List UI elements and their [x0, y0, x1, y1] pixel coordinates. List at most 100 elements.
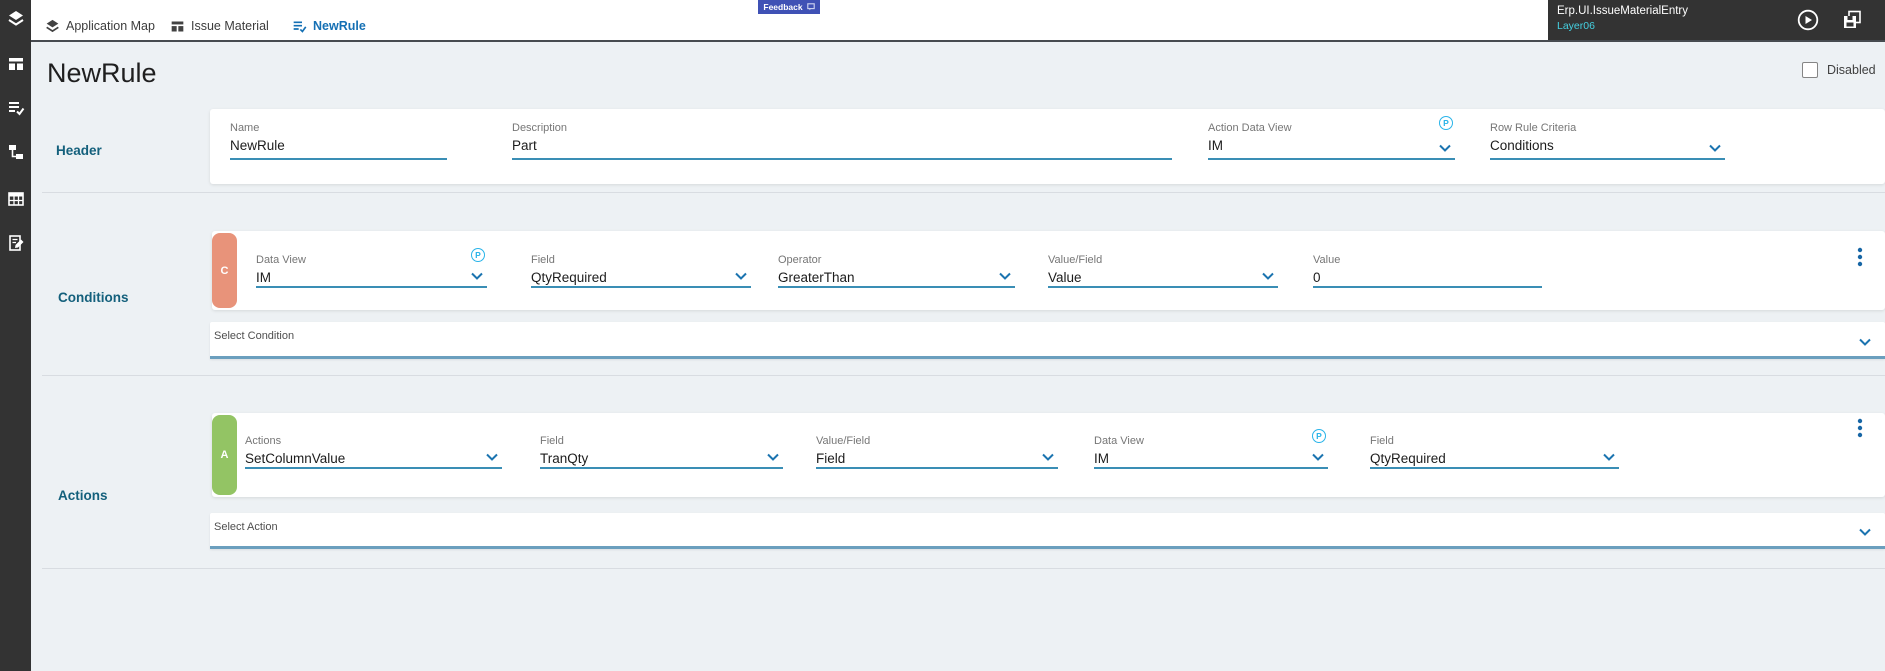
rule-check-icon	[293, 21, 307, 33]
chevron-down-icon[interactable]	[471, 272, 483, 280]
layer-name: Layer06	[1557, 20, 1595, 32]
field-label: Name	[230, 122, 260, 134]
play-circle-icon	[1797, 9, 1819, 31]
tab-application-map[interactable]: Application Map	[45, 14, 155, 38]
chevron-down-icon[interactable]	[1042, 453, 1054, 461]
save-button[interactable]	[1840, 8, 1864, 32]
tab-newrule[interactable]: NewRule	[292, 14, 366, 38]
preview-button[interactable]	[1796, 8, 1820, 32]
chevron-down-icon[interactable]	[767, 453, 779, 461]
chevron-down-icon[interactable]	[1859, 528, 1871, 536]
chevron-down-icon[interactable]	[1709, 144, 1721, 152]
disabled-checkbox[interactable]	[1802, 62, 1818, 78]
description-input[interactable]: Description Part	[512, 122, 1172, 160]
field-value: 0	[1313, 270, 1321, 285]
action-value-field-select[interactable]: Value/Field Field	[816, 435, 1058, 469]
section-divider	[42, 568, 1885, 569]
field-label: Field	[1370, 435, 1394, 447]
field-label: Field	[540, 435, 564, 447]
field-value: TranQty	[540, 451, 589, 466]
field-label: Action Data View	[1208, 122, 1292, 134]
chevron-down-icon[interactable]	[735, 272, 747, 280]
sidebar-item-data-grid[interactable]	[0, 183, 31, 215]
layout-grid-icon	[171, 21, 184, 31]
field-value: Conditions	[1490, 138, 1554, 153]
row-rule-criteria-select[interactable]: Row Rule Criteria Conditions	[1490, 122, 1725, 160]
field-value: Field	[816, 451, 846, 466]
sidebar-item-editor[interactable]	[0, 227, 31, 259]
condition-operator-select[interactable]: Operator GreaterThan	[778, 254, 1015, 288]
select-action-placeholder: Select Action	[214, 521, 278, 533]
feedback-button[interactable]: Feedback	[758, 0, 820, 14]
app-info-panel: Erp.UI.IssueMaterialEntry Layer06	[1548, 0, 1885, 40]
field-value: IM	[256, 270, 271, 285]
field-value: QtyRequired	[531, 270, 607, 285]
condition-data-view-select[interactable]: Data View IM P	[256, 248, 487, 288]
action-data-view-select[interactable]: Data View IM P	[1094, 429, 1328, 469]
peek-icon[interactable]: P	[471, 248, 485, 262]
chevron-down-icon[interactable]	[1312, 453, 1324, 461]
field-label: Value	[1313, 254, 1341, 266]
field-label: Value/Field	[816, 435, 871, 447]
field-value: SetColumnValue	[245, 451, 346, 466]
disabled-checkbox-wrap[interactable]: Disabled	[1802, 62, 1876, 78]
rule-editor-page: Application Map Issue Material NewRule F…	[0, 0, 1885, 671]
field-label: Operator	[778, 254, 822, 266]
sidebar-item-flow[interactable]	[0, 136, 31, 168]
field-label: Actions	[245, 435, 282, 447]
topbar-divider	[0, 40, 1885, 42]
peek-icon[interactable]: P	[1439, 116, 1453, 130]
field-label: Data View	[256, 254, 306, 266]
section-divider	[42, 192, 1885, 193]
section-label-conditions: Conditions	[58, 290, 129, 305]
chevron-down-icon[interactable]	[1262, 272, 1274, 280]
action-target-field-select[interactable]: Field QtyRequired	[1370, 435, 1619, 469]
layers-icon	[46, 19, 59, 32]
disabled-label: Disabled	[1827, 63, 1876, 77]
action-badge: A	[212, 415, 237, 495]
app-name: Erp.UI.IssueMaterialEntry	[1557, 5, 1689, 17]
chevron-down-icon[interactable]	[486, 453, 498, 461]
save-layers-icon	[1844, 10, 1861, 28]
field-value: Part	[512, 138, 537, 153]
condition-value-field-select[interactable]: Value/Field Value	[1048, 254, 1278, 288]
field-label: Value/Field	[1048, 254, 1103, 266]
chevron-down-icon[interactable]	[1859, 338, 1871, 346]
sidebar-item-application-map[interactable]	[0, 3, 31, 35]
data-grid-icon	[7, 192, 24, 206]
action-data-view-select[interactable]: Action Data View IM P	[1208, 116, 1455, 160]
field-value: IM	[1094, 451, 1109, 466]
sidebar-item-rules[interactable]	[0, 92, 31, 124]
chevron-down-icon[interactable]	[1603, 453, 1615, 461]
sidebar-item-layout[interactable]	[0, 48, 31, 80]
select-condition-placeholder: Select Condition	[214, 330, 295, 342]
condition-more-options-icon[interactable]	[1856, 247, 1864, 267]
document-edit-icon	[8, 235, 23, 251]
action-more-options-icon[interactable]	[1856, 418, 1864, 438]
field-value: GreaterThan	[778, 270, 855, 285]
layers-icon	[7, 11, 24, 26]
action-type-select[interactable]: Actions SetColumnValue	[245, 435, 502, 469]
condition-field-select[interactable]: Field QtyRequired	[531, 254, 751, 288]
action-field-select[interactable]: Field TranQty	[540, 435, 783, 469]
chevron-down-icon[interactable]	[1439, 144, 1451, 152]
rule-check-icon	[8, 102, 24, 116]
chevron-down-icon[interactable]	[999, 272, 1011, 280]
peek-icon[interactable]: P	[1312, 429, 1326, 443]
page-title: NewRule	[47, 58, 157, 88]
select-condition-dropdown[interactable]: Select Condition	[210, 322, 1885, 359]
select-action-dropdown[interactable]: Select Action	[210, 513, 1885, 549]
field-value: IM	[1208, 138, 1223, 153]
section-divider	[42, 375, 1885, 376]
chat-bubble-icon	[806, 3, 815, 11]
condition-value-input[interactable]: Value 0	[1313, 254, 1542, 288]
condition-badge: C	[212, 233, 237, 308]
name-input[interactable]: Name NewRule	[230, 122, 447, 160]
field-label: Row Rule Criteria	[1490, 122, 1577, 134]
tab-label: Application Map	[66, 19, 155, 33]
tab-issue-material[interactable]: Issue Material	[170, 14, 269, 38]
field-value: NewRule	[230, 138, 285, 153]
dashboard-layout-icon	[8, 58, 23, 70]
tab-label: Issue Material	[191, 19, 269, 33]
section-label-actions: Actions	[58, 488, 108, 503]
